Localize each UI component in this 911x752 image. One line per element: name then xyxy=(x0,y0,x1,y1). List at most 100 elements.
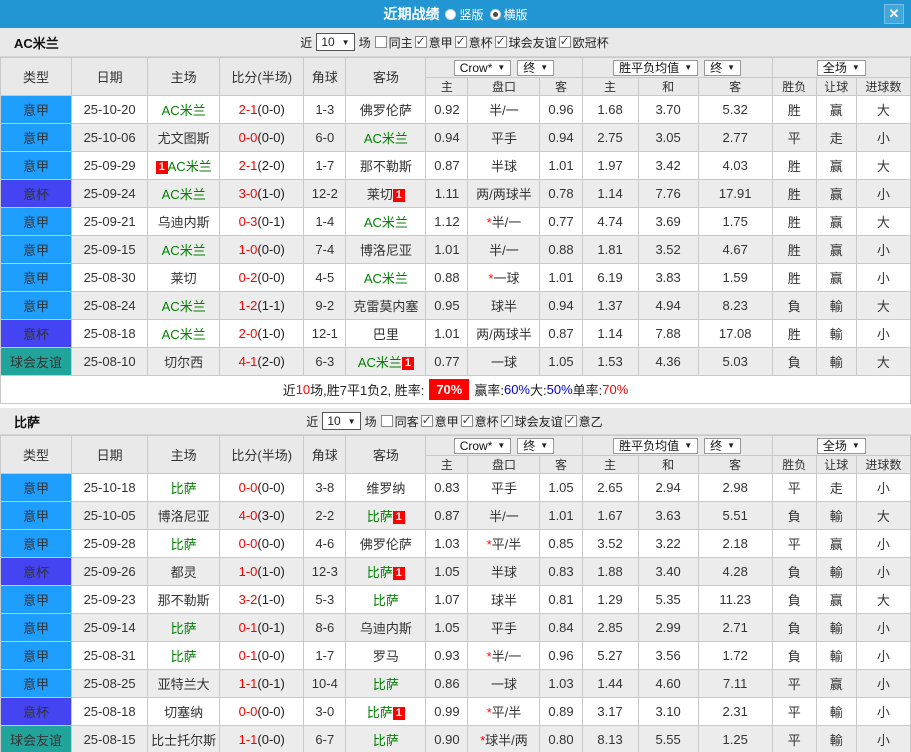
result-flag: 負 xyxy=(771,501,817,530)
checkbox-checked-icon[interactable] xyxy=(414,34,427,48)
handicap-line: 半/一 xyxy=(467,235,541,264)
odds-away-win: 7.11 xyxy=(697,669,773,698)
result-flag: 胜 xyxy=(771,95,817,124)
handicap-away-odds: 0.87 xyxy=(539,319,583,348)
goals-flag: 小 xyxy=(855,641,911,670)
league-filter-same-venue[interactable]: 同主 xyxy=(374,34,413,51)
bookmaker-value: Crow* xyxy=(459,438,493,453)
score-cell: 2-1(2-0) xyxy=(219,151,305,180)
away-team: 乌迪内斯 xyxy=(345,613,427,642)
team-label: 都灵 xyxy=(170,565,197,580)
away-team: 罗马 xyxy=(345,641,427,670)
radio-selected-icon[interactable] xyxy=(489,8,501,20)
team-label: 乌迪内斯 xyxy=(157,215,210,230)
match-date: 25-08-18 xyxy=(71,319,149,348)
wdl-average-select[interactable]: 胜平负均值 ▼ xyxy=(613,59,699,76)
match-scope-select[interactable]: 全场 ▼ xyxy=(816,437,866,454)
league-filter-option[interactable]: 意乙 xyxy=(564,413,603,430)
rank-badge: 1 xyxy=(392,707,405,720)
col-header-away: 客场 xyxy=(345,57,427,96)
layout-horizontal-radio[interactable]: 横版 xyxy=(489,6,528,23)
match-row: 意甲 25-09-21 乌迪内斯 0-3(0-1) 1-4 AC米兰 1.12 … xyxy=(0,207,911,236)
odds-away-win: 1.72 xyxy=(697,641,773,670)
checkbox-unchecked-icon[interactable] xyxy=(374,36,387,48)
final-odds-select[interactable]: 终 ▼ xyxy=(704,59,742,76)
checkbox-checked-icon[interactable] xyxy=(460,413,473,427)
match-scope-select[interactable]: 全场 ▼ xyxy=(816,59,866,76)
checkbox-unchecked-icon[interactable] xyxy=(380,415,393,427)
league-filter-option[interactable]: 意甲 xyxy=(414,34,453,51)
away-team: 维罗纳 xyxy=(345,473,427,502)
bookmaker-select[interactable]: Crow* ▼ xyxy=(453,437,512,454)
odds-draw: 3.52 xyxy=(637,235,699,264)
league-filter-option[interactable]: 意甲 xyxy=(420,413,459,430)
sub-col-away-odds: 客 xyxy=(539,455,583,474)
checkbox-checked-icon[interactable] xyxy=(454,34,467,48)
match-row: 球会友谊 25-08-15 比士托尔斯 1-1(0-0) 6-7 比萨 0.90… xyxy=(0,725,911,752)
home-team: AC米兰 xyxy=(147,179,221,208)
odds-draw: 3.10 xyxy=(637,697,699,726)
checkbox-label: 欧冠杯 xyxy=(572,35,609,50)
team-label: AC米兰 xyxy=(357,355,402,370)
match-count-select[interactable]: 10 ▼ xyxy=(316,33,355,51)
match-count-select[interactable]: 10 ▼ xyxy=(322,412,361,430)
final-odds-select[interactable]: 终 ▼ xyxy=(517,59,555,76)
checkbox-label: 意甲 xyxy=(428,35,453,50)
wdl-average-select[interactable]: 胜平负均值 ▼ xyxy=(613,437,699,454)
layout-vertical-radio[interactable]: 竖版 xyxy=(445,6,484,23)
chevron-down-icon: ▼ xyxy=(684,63,693,72)
odds-home-win: 2.75 xyxy=(581,123,639,152)
checkbox-checked-icon[interactable] xyxy=(494,34,507,48)
checkbox-checked-icon[interactable] xyxy=(500,413,513,427)
checkbox-checked-icon[interactable] xyxy=(558,34,571,48)
bookmaker-select[interactable]: Crow* ▼ xyxy=(453,59,512,76)
chevron-down-icon: ▼ xyxy=(540,441,549,450)
odds-draw: 3.69 xyxy=(637,207,699,236)
team-label: 维罗纳 xyxy=(366,481,406,496)
corner-count: 12-1 xyxy=(303,319,347,348)
odds-draw: 4.36 xyxy=(637,347,699,376)
final-odds-select[interactable]: 终 ▼ xyxy=(517,437,555,454)
odds-home-win: 1.14 xyxy=(581,179,639,208)
match-date: 25-10-20 xyxy=(71,95,149,124)
corner-count: 2-2 xyxy=(303,501,347,530)
league-filter-option[interactable]: 欧冠杯 xyxy=(558,34,609,51)
final-score: 3-0 xyxy=(238,186,258,201)
league-filter-option[interactable]: 意杯 xyxy=(454,34,493,51)
checkbox-checked-icon[interactable] xyxy=(420,413,433,427)
half-score: (3-0) xyxy=(257,508,285,523)
half-score: (0-0) xyxy=(257,480,285,495)
handicap-away-odds: 0.89 xyxy=(539,697,583,726)
corner-count: 6-0 xyxy=(303,123,347,152)
handicap-home-odds: 1.01 xyxy=(425,319,469,348)
handicap-line: 半/一 xyxy=(467,501,541,530)
corner-count: 1-7 xyxy=(303,641,347,670)
handicap-group-header: Crow* ▼ 终 ▼ xyxy=(425,435,583,456)
league-filter-option[interactable]: 球会友谊 xyxy=(494,34,557,51)
handicap-home-odds: 0.93 xyxy=(425,641,469,670)
odds-home-win: 3.17 xyxy=(581,697,639,726)
handicap-away-odds: 1.01 xyxy=(539,501,583,530)
league-filter-option[interactable]: 意杯 xyxy=(460,413,499,430)
checkbox-checked-icon[interactable] xyxy=(564,413,577,427)
handicap-away-odds: 0.88 xyxy=(539,235,583,264)
league-filter-same-venue[interactable]: 同客 xyxy=(380,413,419,430)
team-label: 比萨 xyxy=(366,705,393,720)
corner-count: 6-7 xyxy=(303,725,347,752)
col-header-away: 客场 xyxy=(345,435,427,474)
col-header-score: 比分(半场) xyxy=(219,435,305,474)
final-score: 1-0 xyxy=(238,564,258,579)
league-filter-option[interactable]: 球会友谊 xyxy=(500,413,563,430)
match-row: 意甲 25-10-20 AC米兰 2-1(0-0) 1-3 佛罗伦萨 0.92 … xyxy=(0,95,911,124)
final-odds-select[interactable]: 终 ▼ xyxy=(704,437,742,454)
goals-flag: 大 xyxy=(855,347,911,376)
handicap-line: 两/两球半 xyxy=(467,319,541,348)
close-button[interactable]: ✕ xyxy=(884,4,904,24)
team-label: 切塞纳 xyxy=(164,705,204,720)
radio-unselected-icon[interactable] xyxy=(445,8,457,20)
sub-col-draw: 和 xyxy=(637,455,699,474)
team-label: 罗马 xyxy=(372,649,399,664)
checkbox-label: 意乙 xyxy=(578,414,603,429)
odds-home-win: 2.65 xyxy=(581,473,639,502)
handicap-result-flag: 赢 xyxy=(815,585,857,614)
